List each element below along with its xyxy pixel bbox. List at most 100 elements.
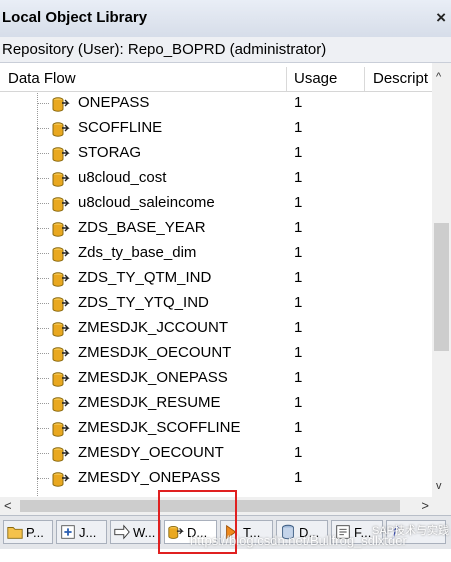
list-item[interactable]: u8cloud_saleincome 1 [0,191,432,216]
item-name: ZDS_BASE_YEAR [78,219,206,236]
dataflow-icon [51,319,71,339]
item-name: SCOFFLINE [78,119,163,136]
dataflow-icon [51,94,71,114]
tree-connector [37,378,49,379]
list-item[interactable]: ONEPASS 1 [0,91,432,116]
tree-connector [37,453,49,454]
list-item[interactable]: u8cloud_cost 1 [0,166,432,191]
job-icon [59,523,79,541]
item-usage: 1 [294,144,303,161]
item-name: ZMESDJK_SCOFFLINE [78,419,241,436]
item-usage: 1 [294,319,303,336]
item-name: ONEPASS [78,94,150,111]
vertical-scroll-thumb[interactable] [434,223,449,351]
tree-connector [37,253,49,254]
list-item[interactable]: ZDS_TY_YTQ_IND 1 [0,291,432,316]
list-item[interactable]: Zds_ty_base_dim 1 [0,241,432,266]
tab-workflow[interactable]: W... [110,520,161,544]
column-header-description[interactable]: Descript [373,70,429,87]
item-name: ZMESDY_OECOUNT [78,444,224,461]
dataflow-icon [51,469,71,489]
dataflow-icon [51,119,71,139]
scroll-up-icon[interactable]: ^ [436,71,441,83]
tab-label: P... [26,524,44,540]
tree-connector [37,403,49,404]
item-usage: 1 [294,119,303,136]
scroll-right-icon[interactable]: > [421,498,429,513]
scroll-left-icon[interactable]: < [4,498,12,513]
item-name: STORAG [78,144,142,161]
repository-label: Repository (User): Repo_BOPRD (administr… [2,41,327,58]
project-icon [6,523,26,541]
list-item[interactable]: STORAG 1 [0,141,432,166]
tab-project[interactable]: P... [3,520,53,544]
tree-connector [37,178,49,179]
repository-bar: Repository (User): Repo_BOPRD (administr… [0,37,451,63]
list-item[interactable]: ZMESDJK_RESUME 1 [0,391,432,416]
list-item[interactable]: ZDS_TY_QTM_IND 1 [0,266,432,291]
item-name: ZMESDJK_RESUME [78,394,221,411]
column-header: Data Flow Usage Descript [0,67,432,92]
tab-job[interactable]: J... [56,520,107,544]
scroll-down-icon[interactable]: v [436,480,442,492]
dataflow-icon [51,294,71,314]
vertical-scrollbar[interactable]: ^ v [432,63,451,498]
item-usage: 1 [294,94,303,111]
tree-connector [37,153,49,154]
tree-connector [37,303,49,304]
item-usage: 1 [294,169,303,186]
list-item[interactable]: ZMESDY_ONEPASS 1 [0,466,432,491]
close-icon[interactable]: × [436,8,446,28]
dataflow-icon [51,144,71,164]
dataflow-icon [51,219,71,239]
tab-label: W... [133,524,156,540]
tree-connector [37,228,49,229]
workflow-icon [113,523,133,541]
title-bar: Local Object Library × [0,0,451,38]
item-name: ZMESDJK_OECOUNT [78,344,232,361]
window-title: Local Object Library [2,9,148,26]
item-usage: 1 [294,344,303,361]
tree-connector [37,203,49,204]
item-usage: 1 [294,244,303,261]
column-divider[interactable] [364,67,365,91]
item-usage: 1 [294,294,303,311]
dataflow-icon [51,419,71,439]
item-name: Zds_ty_base_dim [78,244,197,261]
item-name: ZDS_TY_YTQ_IND [78,294,209,311]
list-item[interactable]: ZDS_BASE_YEAR 1 [0,216,432,241]
item-usage: 1 [294,394,303,411]
dataflow-icon [51,194,71,214]
list-item[interactable]: ZMESDY_OECOUNT 1 [0,441,432,466]
tree-connector [37,328,49,329]
dataflow-icon [51,394,71,414]
list-item[interactable]: ZMESDJK_SCOFFLINE 1 [0,416,432,441]
tree-connector [37,128,49,129]
data-flow-list: ONEPASS 1 SCOFFLINE 1 STORAG 1 u8cloud_cost 1 u8… [0,91,432,491]
list-item[interactable]: ZMESDJK_JCCOUNT 1 [0,316,432,341]
item-usage: 1 [294,369,303,386]
tree-connector [37,103,49,104]
tree-connector [37,428,49,429]
item-name: ZMESDY_ONEPASS [78,469,221,486]
dataflow-icon [51,244,71,264]
column-divider[interactable] [286,67,287,91]
column-header-name[interactable]: Data Flow [8,70,278,87]
column-header-usage[interactable]: Usage [294,70,360,87]
tree-connector [37,478,49,479]
dataflow-icon [51,369,71,389]
item-name: ZMESDJK_ONEPASS [78,369,228,386]
dataflow-icon [51,169,71,189]
tree-connector [37,278,49,279]
list-item[interactable]: ZMESDJK_ONEPASS 1 [0,366,432,391]
list-item[interactable]: SCOFFLINE 1 [0,116,432,141]
tree-connector [37,353,49,354]
dataflow-icon [51,269,71,289]
list-item[interactable]: ZMESDJK_OECOUNT 1 [0,341,432,366]
item-name: ZDS_TY_QTM_IND [78,269,212,286]
item-usage: 1 [294,219,303,236]
item-usage: 1 [294,419,303,436]
item-usage: 1 [294,469,303,486]
dataflow-icon [51,344,71,364]
watermark-brand: SAP技术与实践 [372,525,450,537]
